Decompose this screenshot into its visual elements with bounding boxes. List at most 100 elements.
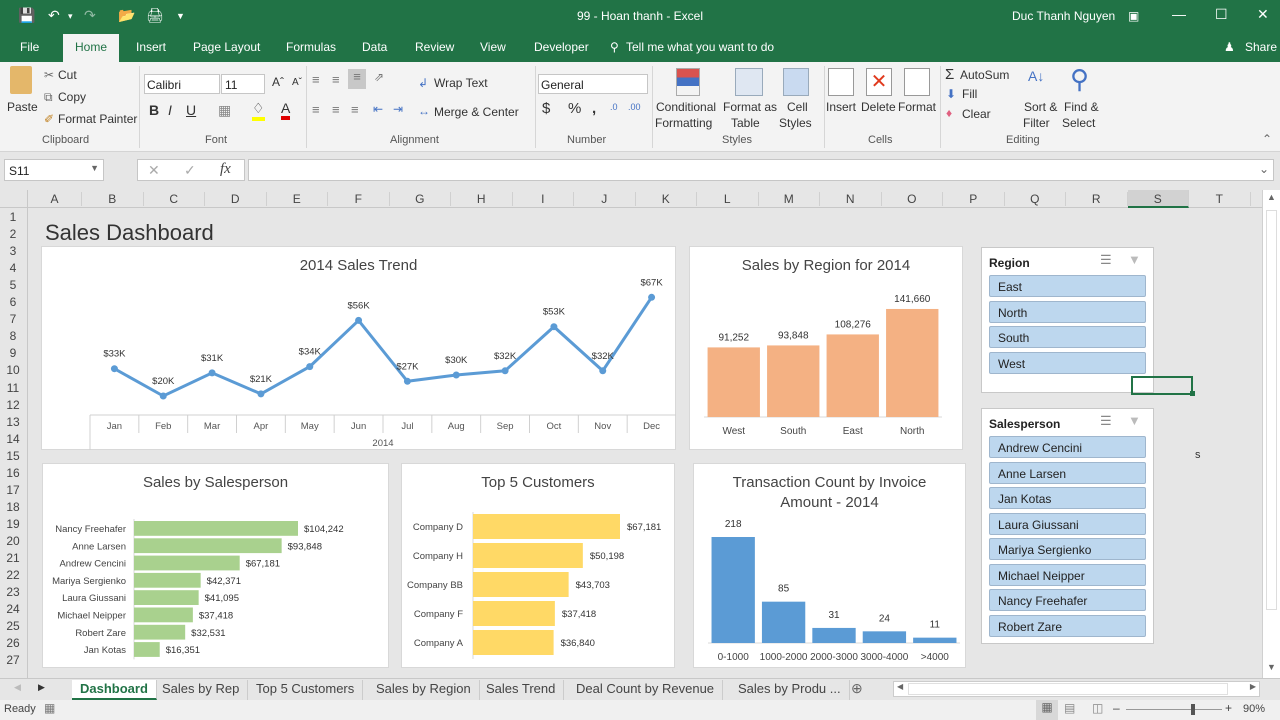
- scroll-right-icon[interactable]: ▶: [1250, 682, 1256, 691]
- multi-select-icon[interactable]: ☰: [1100, 252, 1112, 268]
- sheet-tab[interactable]: Sales Trend: [478, 680, 565, 700]
- underline-icon[interactable]: U: [186, 102, 196, 118]
- slicer-item[interactable]: East: [989, 275, 1146, 297]
- name-box-dropdown-icon[interactable]: ▼: [90, 163, 99, 173]
- minimize-icon[interactable]: —: [1172, 6, 1186, 22]
- tab-insert[interactable]: Insert: [136, 40, 166, 54]
- row-header-22[interactable]: 22: [0, 568, 26, 582]
- tab-file[interactable]: File: [20, 40, 39, 54]
- column-header-N[interactable]: N: [820, 192, 882, 206]
- format-cells-button[interactable]: Format: [898, 100, 936, 114]
- column-header-Q[interactable]: Q: [1005, 192, 1066, 206]
- row-header-19[interactable]: 19: [0, 517, 26, 531]
- row-header-16[interactable]: 16: [0, 466, 26, 480]
- chart-transaction-count[interactable]: Transaction Count by Invoice Amount - 20…: [693, 463, 966, 668]
- slicer-item[interactable]: North: [989, 300, 1146, 323]
- row-header-5[interactable]: 5: [0, 278, 26, 292]
- align-left-icon[interactable]: ≡: [312, 102, 320, 117]
- zoom-level[interactable]: 90%: [1243, 703, 1265, 715]
- row-header-6[interactable]: 6: [0, 295, 26, 309]
- column-header-P[interactable]: P: [943, 192, 1005, 206]
- increase-indent-icon[interactable]: ⇥: [393, 102, 403, 116]
- row-header-17[interactable]: 17: [0, 483, 26, 497]
- chart-sales-trend[interactable]: 2014 Sales Trend $33K Jan $20K Feb $31K Mar $2…: [41, 246, 676, 450]
- accounting-format-icon[interactable]: $: [542, 100, 550, 117]
- normal-view-icon[interactable]: ▦: [1036, 700, 1058, 720]
- page-break-view-icon[interactable]: ◫: [1092, 701, 1103, 715]
- paste-icon[interactable]: [10, 66, 32, 94]
- clear-button[interactable]: Clear: [962, 107, 991, 121]
- row-header-27[interactable]: 27: [0, 653, 26, 667]
- user-name[interactable]: Duc Thanh Nguyen: [1012, 9, 1115, 23]
- row-header-12[interactable]: 12: [0, 398, 26, 412]
- tab-data[interactable]: Data: [362, 40, 387, 54]
- scroll-up-icon[interactable]: ▲: [1267, 192, 1276, 202]
- ribbon-display-options-icon[interactable]: ▣: [1128, 9, 1139, 23]
- font-name-select[interactable]: Calibri: [144, 74, 220, 94]
- row-header-3[interactable]: 3: [0, 244, 26, 258]
- column-header-T[interactable]: T: [1189, 192, 1251, 206]
- prev-sheet-icon[interactable]: ◀: [14, 682, 21, 693]
- enter-icon[interactable]: ✓: [184, 162, 196, 179]
- increase-decimal-icon[interactable]: .0: [610, 102, 618, 112]
- sheet-tab[interactable]: Sales by Produ ...: [730, 680, 850, 700]
- scroll-left-icon[interactable]: ◀: [897, 682, 903, 691]
- sheet-tab[interactable]: Sales by Rep: [154, 680, 249, 700]
- row-header-13[interactable]: 13: [0, 415, 26, 429]
- row-header-1[interactable]: 1: [0, 210, 26, 224]
- format-as-table-button[interactable]: Format as: [723, 100, 777, 114]
- column-header-R[interactable]: R: [1066, 192, 1128, 206]
- row-header-25[interactable]: 25: [0, 619, 26, 633]
- tab-developer[interactable]: Developer: [534, 40, 589, 54]
- format-painter-button[interactable]: Format Painter: [58, 112, 137, 126]
- cell-styles-button[interactable]: Cell: [787, 100, 808, 114]
- zoom-slider-thumb[interactable]: [1190, 704, 1195, 715]
- column-header-C[interactable]: C: [144, 192, 205, 206]
- tab-home[interactable]: Home: [63, 34, 120, 62]
- close-icon[interactable]: ✕: [1257, 6, 1269, 23]
- comma-style-icon[interactable]: ,: [592, 100, 596, 117]
- insert-cells-button[interactable]: Insert: [826, 100, 856, 114]
- merge-center-button[interactable]: Merge & Center: [434, 105, 519, 119]
- slicer-item[interactable]: Andrew Cencini: [989, 436, 1146, 458]
- italic-icon[interactable]: I: [168, 102, 172, 118]
- zoom-out-icon[interactable]: –: [1113, 701, 1120, 715]
- bottom-align-icon[interactable]: ≡: [348, 69, 366, 89]
- scroll-thumb[interactable]: [1266, 210, 1277, 610]
- vertical-scrollbar[interactable]: ▲ ▼: [1262, 190, 1280, 678]
- bold-icon[interactable]: B: [149, 102, 159, 118]
- column-header-S[interactable]: S: [1127, 190, 1189, 208]
- clear-filter-icon[interactable]: ▼: [1128, 413, 1141, 428]
- row-header-23[interactable]: 23: [0, 585, 26, 599]
- maximize-icon[interactable]: ☐: [1215, 6, 1228, 23]
- fill-color-icon[interactable]: ♢: [252, 100, 265, 121]
- row-header-21[interactable]: 21: [0, 551, 26, 565]
- tab-page-layout[interactable]: Page Layout: [193, 40, 260, 54]
- collapse-ribbon-icon[interactable]: ⌃: [1262, 132, 1272, 146]
- slicer-item[interactable]: Mariya Sergienko: [989, 538, 1146, 560]
- middle-align-icon[interactable]: ≡: [332, 72, 340, 87]
- sheet-tab[interactable]: Top 5 Customers: [248, 680, 364, 700]
- tab-formulas[interactable]: Formulas: [286, 40, 336, 54]
- new-sheet-icon[interactable]: ⊕: [851, 680, 863, 697]
- scroll-down-icon[interactable]: ▼: [1267, 662, 1276, 672]
- number-format-select[interactable]: General: [538, 74, 648, 94]
- slicer-item[interactable]: Laura Giussani: [989, 512, 1146, 535]
- decrease-indent-icon[interactable]: ⇤: [373, 102, 383, 116]
- fill-handle[interactable]: [1190, 391, 1195, 396]
- horizontal-scrollbar[interactable]: ◀ ▶: [893, 681, 1260, 697]
- column-header-B[interactable]: B: [82, 192, 144, 206]
- slicer-item[interactable]: Anne Larsen: [989, 461, 1146, 484]
- column-header-A[interactable]: A: [28, 192, 82, 206]
- row-header-18[interactable]: 18: [0, 500, 26, 514]
- sheet-tab[interactable]: Deal Count by Revenue: [568, 680, 724, 700]
- slicer-item[interactable]: Robert Zare: [989, 614, 1146, 637]
- zoom-in-icon[interactable]: +: [1225, 701, 1232, 715]
- row-header-24[interactable]: 24: [0, 602, 26, 616]
- decrease-decimal-icon[interactable]: .00: [628, 102, 641, 112]
- selected-cell-s11[interactable]: [1131, 376, 1193, 395]
- zoom-slider[interactable]: [1126, 709, 1222, 710]
- align-right-icon[interactable]: ≡: [351, 102, 359, 117]
- chart-sales-by-salesperson[interactable]: Sales by Salesperson Nancy Freehafer $104…: [42, 463, 389, 668]
- row-header-14[interactable]: 14: [0, 432, 26, 446]
